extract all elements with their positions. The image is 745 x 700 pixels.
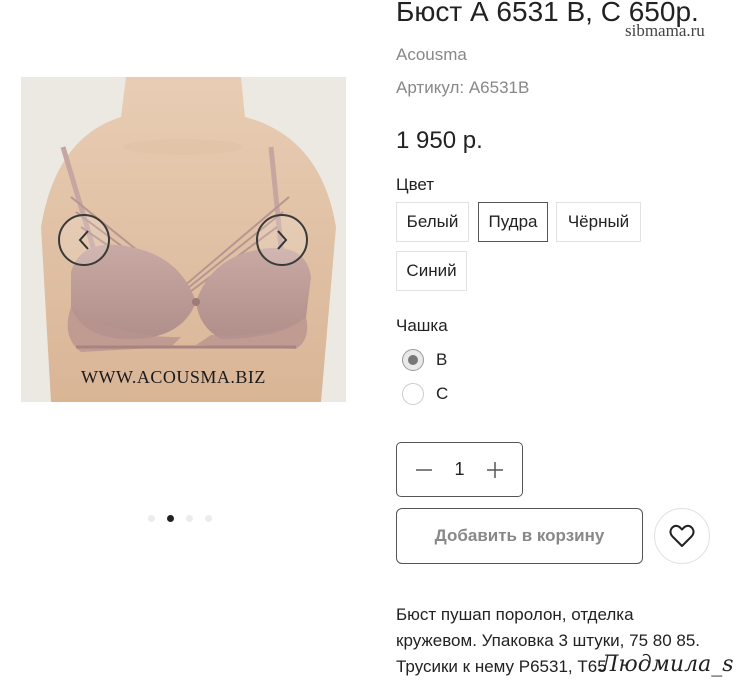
quantity-stepper: 1 [396,442,523,497]
gallery-dots [148,515,212,522]
gallery-dot[interactable] [148,515,155,522]
plus-icon [486,461,503,478]
cup-option-label: C [436,384,449,403]
description-line: кружевом. Упаковка 3 штуки, 75 80 85. [396,631,701,650]
add-to-cart-button[interactable]: Добавить в корзину [396,508,643,564]
chevron-left-icon [78,230,89,250]
description-line: Бюст пушап поролон, отделка [396,605,634,624]
color-label: Цвет [396,175,435,194]
prev-image-button[interactable] [58,214,110,266]
product-price: 1 950 р. [396,127,483,154]
color-option-blue[interactable]: Синий [396,251,467,291]
author-signature: Людмила_s [600,652,734,677]
cup-option-label: B [436,350,448,369]
increase-quantity-button[interactable] [482,457,508,483]
cup-option-c[interactable]: C [402,383,448,405]
decrease-quantity-button[interactable] [411,457,437,483]
gallery-dot[interactable] [205,515,212,522]
heart-icon [669,524,695,547]
gallery-dot[interactable] [186,515,193,522]
site-watermark: sibmama.ru [625,21,705,40]
product-sku: Артикул: A6531B [396,78,530,97]
chevron-right-icon [277,230,288,250]
image-watermark: WWW.ACOUSMA.BIZ [81,367,266,387]
cup-label: Чашка [396,316,448,335]
add-to-favorites-button[interactable] [654,508,710,564]
radio-checked[interactable] [402,349,424,371]
cup-option-b[interactable]: B [402,349,447,371]
color-option-black[interactable]: Чёрный [556,202,641,242]
minus-icon [416,468,432,471]
gallery-dot-active[interactable] [167,515,174,522]
next-image-button[interactable] [256,214,308,266]
color-option-powder[interactable]: Пудра [478,202,548,242]
radio-unchecked[interactable] [402,383,424,405]
product-brand[interactable]: Acousma [396,45,467,65]
quantity-value[interactable]: 1 [454,459,464,480]
color-option-white[interactable]: Белый [396,202,469,242]
